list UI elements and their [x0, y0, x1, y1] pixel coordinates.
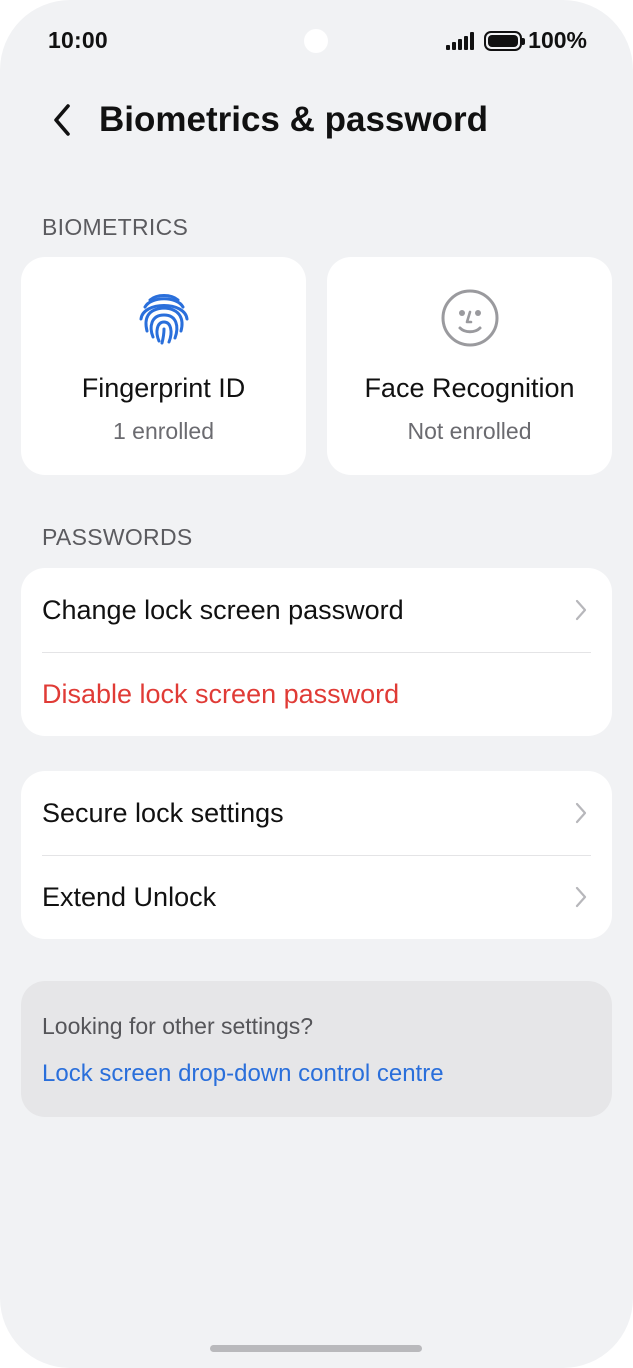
chevron-left-icon [54, 104, 70, 136]
fingerprint-card[interactable]: Fingerprint ID 1 enrolled [21, 257, 306, 475]
front-camera [304, 29, 328, 53]
disable-lock-screen-password-item[interactable]: Disable lock screen password [21, 652, 612, 736]
battery-icon [484, 30, 526, 51]
extend-unlock-item[interactable]: Extend Unlock [21, 855, 612, 939]
phone-screen: 10:00 100% Biometrics & password BIOMETR… [0, 0, 633, 1368]
face-recognition-status: Not enrolled [407, 418, 532, 444]
status-indicators: 100% [446, 27, 587, 54]
list-item-label: Change lock screen password [42, 594, 404, 625]
list-item-label: Extend Unlock [42, 881, 217, 912]
back-button[interactable] [40, 96, 84, 144]
other-settings-card: Looking for other settings? Lock screen … [21, 981, 612, 1117]
home-indicator[interactable] [210, 1345, 422, 1352]
list-item-label: Disable lock screen password [42, 678, 400, 709]
fingerprint-icon [139, 294, 188, 345]
status-time: 10:00 [48, 27, 108, 53]
secure-lock-settings-item[interactable]: Secure lock settings [21, 771, 612, 855]
chevron-right-icon [575, 599, 587, 621]
face-icon [441, 289, 498, 347]
section-label-passwords: PASSWORDS [42, 524, 193, 550]
face-recognition-card[interactable]: Face Recognition Not enrolled [327, 257, 612, 475]
passwords-card: Change lock screen password Disable lock… [21, 568, 612, 736]
face-recognition-title: Face Recognition [364, 373, 575, 403]
fingerprint-title: Fingerprint ID [81, 373, 246, 403]
signal-icon [446, 31, 475, 50]
change-lock-screen-password-item[interactable]: Change lock screen password [21, 568, 612, 652]
chevron-right-icon [575, 802, 587, 824]
list-item-label: Secure lock settings [42, 797, 284, 828]
fingerprint-status: 1 enrolled [112, 418, 215, 444]
other-settings-hint: Looking for other settings? [42, 1013, 314, 1039]
chevron-right-icon [575, 886, 587, 908]
lock-screen-control-centre-link[interactable]: Lock screen drop-down control centre [42, 1060, 444, 1088]
header: Biometrics & password [0, 90, 633, 150]
page-title: Biometrics & password [99, 100, 488, 139]
battery-percentage: 100% [528, 27, 587, 53]
security-card: Secure lock settings Extend Unlock [21, 771, 612, 939]
section-label-biometrics: BIOMETRICS [42, 214, 189, 240]
battery-fill [488, 34, 519, 47]
